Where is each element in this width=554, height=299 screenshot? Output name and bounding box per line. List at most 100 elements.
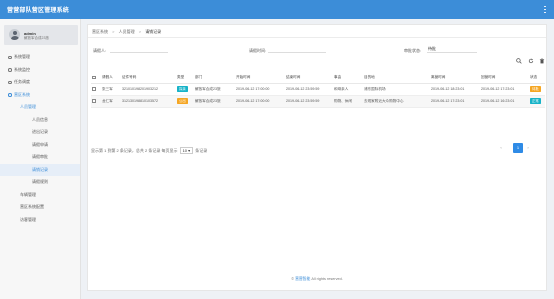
type-badge: 探亲	[177, 86, 188, 92]
breadcrumb-separator: >	[138, 29, 142, 34]
column-header: 状态	[529, 72, 545, 84]
prev-page-button[interactable]: ‹	[496, 143, 506, 153]
sidebar-item-label: 系统监控	[14, 66, 30, 72]
select-all-checkbox[interactable]	[92, 75, 96, 80]
app-title: 营营部队营区管理系统	[7, 8, 70, 14]
status-cell: 正常	[529, 95, 545, 108]
name-cell: 龙仁军	[101, 95, 121, 108]
breadcrumb-item[interactable]: 营区系统	[92, 29, 108, 34]
status-filter-select[interactable]	[427, 46, 477, 53]
person-filter-input[interactable]	[110, 46, 168, 53]
menu-icon	[8, 93, 12, 97]
row-checkbox[interactable]	[92, 99, 96, 103]
top-bar: 营营部队营区管理系统	[0, 0, 554, 19]
name-cell: 张三军	[101, 83, 121, 96]
status-badge[interactable]: 待批	[530, 86, 541, 92]
sidebar-item[interactable]: 车辆管理	[0, 189, 80, 202]
breadcrumb: 营区系统 > 人员管理 > 请销记录	[92, 29, 164, 35]
person-filter-label: 请假人:	[93, 48, 107, 53]
sidebar-item[interactable]: 营区系统配置	[0, 201, 80, 214]
id-cell: 321010198201903212	[121, 83, 176, 96]
sidebar-item[interactable]: 请假规则	[0, 176, 80, 189]
search-icon[interactable]	[516, 58, 522, 64]
sidebar-item-label: 人员管理	[20, 104, 36, 109]
next-page-button[interactable]: ›	[523, 143, 533, 153]
sidebar-item-label: 系统管理	[14, 54, 30, 59]
sidebar-item[interactable]: 任务调度	[0, 76, 80, 89]
main-panel: 营区系统 > 人员管理 > 请销记录 请假人: 请假时间: 审批状态: 请假人证…	[87, 24, 547, 291]
column-header: 类型	[176, 72, 194, 84]
dest-cell: 去现家附近大众购物中心	[363, 95, 430, 108]
sidebar-item[interactable]: 请销记录	[0, 163, 80, 176]
menu-icon	[8, 68, 12, 72]
table-header-row: 请假人 证件号码 类型 部门 开始时间 结束时间 事由 目的地 离营时间 回营时间 状态	[91, 72, 545, 84]
copyright: © 营营智能 All rights reserved.	[291, 277, 343, 281]
footer-rights: All rights reserved.	[311, 277, 343, 281]
sidebar-item-label: 请假申请	[32, 141, 48, 147]
user-org: 解放军合成23旅	[24, 36, 49, 40]
column-header: 开始时间	[235, 72, 285, 84]
time-filter-input[interactable]	[268, 46, 326, 53]
return-cell: 2019-06-12 16:23:01	[480, 95, 529, 108]
start-cell: 2019-06-12 17:00:00	[235, 83, 285, 96]
more-menu-icon[interactable]	[542, 4, 548, 15]
trash-icon[interactable]	[539, 58, 545, 64]
sidebar-item-label: 任务调度	[14, 79, 30, 84]
reason-cell: 购物、休闲	[333, 95, 363, 108]
page-size-select[interactable]: 10 ▾	[179, 147, 194, 154]
type-cell: 探亲	[176, 83, 194, 96]
user-card[interactable]: admin 解放军合成23旅	[4, 25, 78, 45]
sidebar-item[interactable]: 人员管理	[0, 101, 80, 114]
column-header: 事由	[333, 72, 363, 84]
breadcrumb-item[interactable]: 人员管理	[119, 29, 135, 34]
dept-cell: 解放军合成23旅	[194, 83, 235, 96]
sidebar: admin 解放军合成23旅 系统管理系统监控任务调度营区系统人员管理人员信息进…	[0, 19, 81, 299]
sidebar-item[interactable]: 进出记录	[0, 126, 80, 139]
leave-cell: 2019-06-12 17:23:01	[430, 95, 480, 108]
row-checkbox[interactable]	[92, 87, 96, 91]
sidebar-item[interactable]: 系统监控	[0, 64, 80, 77]
id-cell: 312130198810103572	[121, 95, 176, 108]
sidebar-item[interactable]: 系统管理	[0, 51, 80, 64]
column-header: 目的地	[363, 72, 430, 84]
column-header: 结束时间	[285, 72, 333, 84]
pagination: ‹ 1 ›	[496, 143, 533, 154]
return-cell: 2019-06-12 17:23:01	[480, 83, 529, 96]
avatar	[9, 29, 20, 40]
reason-cell: 和母亲人	[333, 83, 363, 96]
pagination-suffix: 条记录	[195, 148, 208, 153]
type-badge: 公出	[177, 98, 188, 104]
table-row[interactable]: 龙仁军 312130198810103572 公出 解放军合成23旅 2019-06-1…	[91, 95, 545, 108]
menu-icon	[8, 55, 12, 59]
table-row[interactable]: 张三军 321010198201903212 探亲 解放军合成23旅 2019-06-1…	[91, 83, 545, 96]
sidebar-item[interactable]: 营区系统	[0, 89, 80, 102]
sidebar-item-label: 请销记录	[32, 166, 48, 172]
type-cell: 公出	[176, 95, 194, 108]
leave-cell: 2019-06-12 18:23:01	[430, 83, 480, 96]
status-badge[interactable]: 正常	[530, 98, 541, 104]
refresh-icon[interactable]	[528, 58, 534, 64]
menu-icon	[8, 80, 12, 84]
breadcrumb-separator: >	[112, 29, 115, 34]
sidebar-item[interactable]: 访客管理	[0, 214, 80, 227]
sidebar-item-label: 营区系统	[14, 91, 30, 97]
sidebar-nav: 系统管理系统监控任务调度营区系统人员管理人员信息进出记录请假申请请假审批请销记录…	[0, 51, 80, 226]
column-header: 部门	[194, 72, 235, 84]
footer-brand-link[interactable]: 营营智能	[295, 277, 310, 281]
pager-gap	[506, 143, 513, 153]
dest-cell: 浦东国际机场	[363, 83, 430, 96]
sidebar-item[interactable]: 人员信息	[0, 114, 80, 127]
select-all-cell	[91, 72, 101, 84]
sidebar-item[interactable]: 请假申请	[0, 139, 80, 152]
sidebar-item-label: 营区系统配置	[20, 204, 44, 209]
column-header: 证件号码	[121, 72, 176, 84]
sidebar-item-label: 人员信息	[32, 116, 48, 122]
column-header: 请假人	[101, 72, 121, 84]
page-1-button[interactable]: 1	[513, 143, 523, 153]
sidebar-item[interactable]: 请假审批	[0, 151, 80, 164]
sidebar-item-label: 请假规则	[32, 179, 48, 184]
start-cell: 2019-06-12 17:00:00	[235, 95, 285, 108]
end-cell: 2019-06-12 23:59:59	[285, 83, 333, 96]
time-filter-label: 请假时间:	[249, 48, 267, 53]
column-header: 离营时间	[430, 72, 480, 84]
